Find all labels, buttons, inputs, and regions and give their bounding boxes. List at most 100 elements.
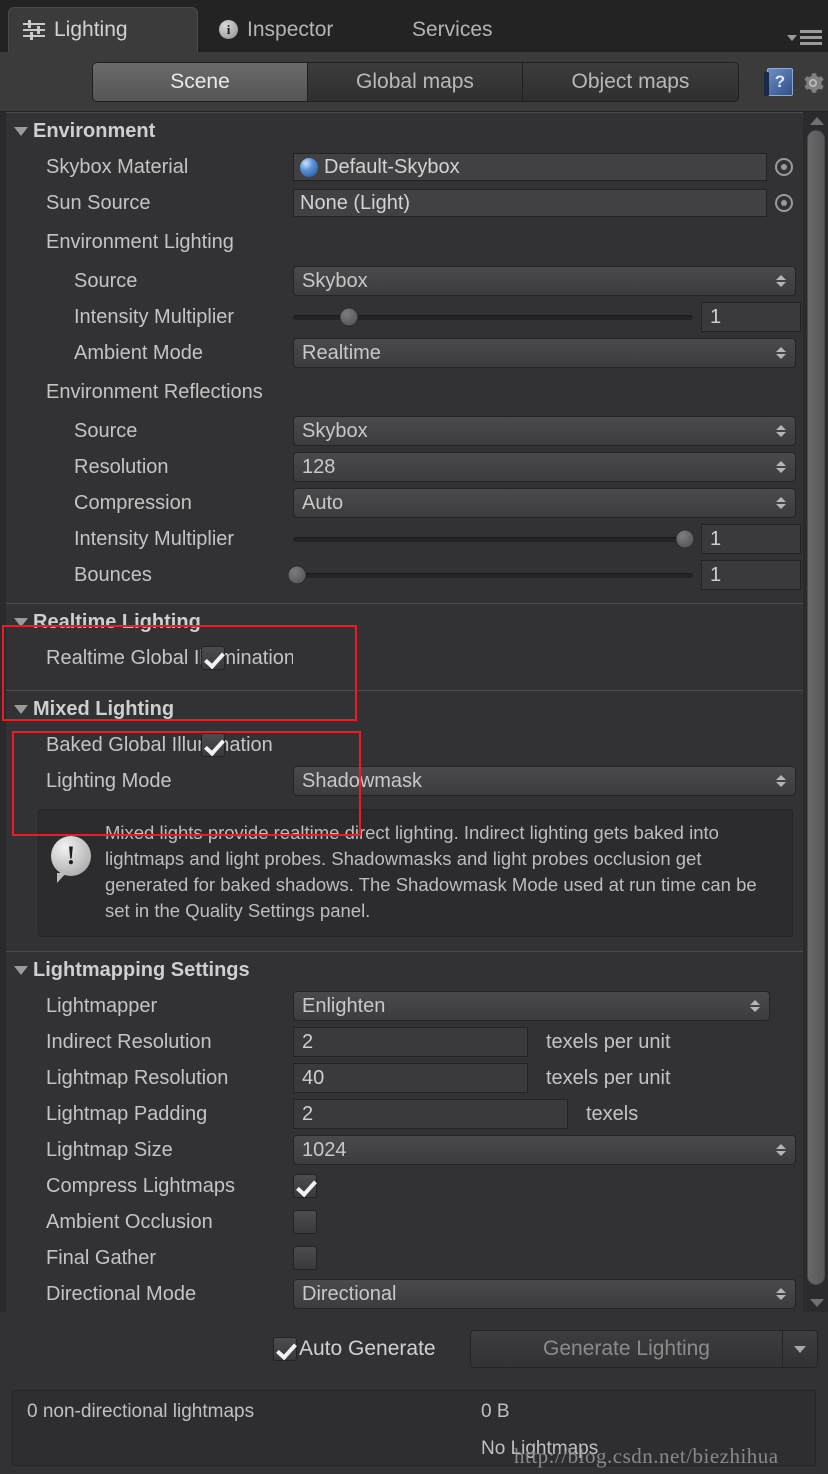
- status-lightmaps-count: 0 non-directional lightmaps: [27, 1401, 255, 1422]
- lightmap-resolution-input[interactable]: 40: [293, 1063, 528, 1093]
- slider-thumb[interactable]: [339, 307, 359, 327]
- slider-track: [293, 536, 693, 542]
- refl-compression-dropdown[interactable]: Auto: [293, 488, 796, 518]
- env-lighting-intensity-slider[interactable]: [293, 302, 693, 332]
- material-sphere-icon: [300, 157, 318, 177]
- refl-bounces-input[interactable]: 1: [701, 560, 801, 590]
- sun-source-field[interactable]: None (Light): [293, 189, 767, 217]
- row-env-lighting-source: Source Skybox: [6, 263, 803, 299]
- env-lighting-intensity-input[interactable]: 1: [701, 302, 801, 332]
- row-realtime-gi: Realtime Global Illumination: [6, 640, 803, 676]
- tab-global-maps[interactable]: Global maps: [308, 63, 523, 101]
- foldout-arrow-icon[interactable]: [14, 965, 28, 975]
- tab-scene-label: Scene: [170, 70, 230, 93]
- tab-object-maps[interactable]: Object maps: [523, 63, 738, 101]
- tab-services[interactable]: Services: [398, 7, 509, 52]
- row-env-lighting-intensity: Intensity Multiplier 1: [6, 299, 803, 335]
- ambient-mode-value: Realtime: [302, 341, 381, 364]
- skybox-material-value: Default-Skybox: [324, 155, 460, 178]
- refl-intensity-slider[interactable]: [293, 524, 695, 554]
- row-refl-resolution: Resolution 128: [6, 449, 803, 485]
- lightmap-padding-unit: texels: [586, 1102, 639, 1125]
- mixed-lighting-help-box: Mixed lights provide realtime direct lig…: [38, 809, 793, 937]
- row-skybox-material: Skybox Material Default-Skybox: [6, 149, 803, 185]
- realtime-gi-checkbox[interactable]: [201, 646, 225, 670]
- lightmap-resolution-value: 40: [302, 1066, 325, 1089]
- section-realtime-lighting-header[interactable]: Realtime Lighting: [6, 604, 803, 640]
- row-lightmap-resolution: Lightmap Resolution 40 texels per unit: [6, 1060, 803, 1096]
- indirect-resolution-input[interactable]: 2: [293, 1027, 528, 1057]
- refl-source-dropdown[interactable]: Skybox: [293, 416, 796, 446]
- skybox-material-label: Skybox Material: [46, 155, 189, 178]
- ambient-mode-dropdown[interactable]: Realtime: [293, 338, 796, 368]
- slider-thumb[interactable]: [287, 565, 307, 585]
- generate-lighting-label: Generate Lighting: [543, 1337, 710, 1360]
- lighting-settings-scroll-area: Environment Skybox Material Default-Skyb…: [0, 112, 828, 1312]
- scroll-up-arrow-icon[interactable]: [810, 117, 824, 125]
- env-lighting-source-value: Skybox: [302, 269, 368, 292]
- row-ambient-occlusion: Ambient Occlusion: [6, 1204, 803, 1240]
- auto-generate-label: Auto Generate: [299, 1337, 436, 1360]
- skybox-material-object-picker-icon[interactable]: [775, 158, 793, 176]
- generate-row: Auto Generate Generate Lighting: [0, 1329, 828, 1369]
- slider-thumb[interactable]: [675, 529, 695, 549]
- tab-inspector[interactable]: i Inspector: [205, 7, 349, 52]
- row-lightmap-padding: Lightmap Padding 2 texels: [6, 1096, 803, 1132]
- directional-mode-dropdown[interactable]: Directional: [293, 1279, 796, 1309]
- section-lightmapping-header[interactable]: Lightmapping Settings: [6, 952, 803, 988]
- gear-icon[interactable]: [800, 70, 826, 96]
- sun-source-value: None (Light): [300, 191, 411, 214]
- lightmap-padding-value: 2: [302, 1102, 314, 1125]
- skybox-material-field[interactable]: Default-Skybox: [293, 153, 767, 181]
- environment-lighting-heading: Environment Lighting: [46, 230, 234, 253]
- refl-resolution-dropdown[interactable]: 128: [293, 452, 796, 482]
- row-final-gather: Final Gather: [6, 1240, 803, 1276]
- realtime-gi-label: Realtime Global Illumination: [46, 646, 293, 669]
- lightmapper-dropdown[interactable]: Enlighten: [293, 991, 770, 1021]
- lightmap-size-dropdown[interactable]: 1024: [293, 1135, 796, 1165]
- refl-bounces-slider[interactable]: [287, 560, 693, 590]
- indirect-resolution-label: Indirect Resolution: [46, 1030, 212, 1053]
- auto-generate-control[interactable]: Auto Generate: [273, 1337, 436, 1361]
- compress-lightmaps-checkbox[interactable]: [293, 1174, 317, 1198]
- refl-intensity-input[interactable]: 1: [701, 524, 801, 554]
- section-mixed-lighting-header[interactable]: Mixed Lighting: [6, 691, 803, 727]
- row-refl-source: Source Skybox: [6, 413, 803, 449]
- auto-generate-checkbox[interactable]: [273, 1337, 297, 1361]
- generate-lighting-button[interactable]: Generate Lighting: [470, 1330, 818, 1368]
- lightmapper-value: Enlighten: [302, 994, 386, 1017]
- tab-lighting[interactable]: Lighting: [8, 7, 198, 52]
- foldout-arrow-icon[interactable]: [14, 126, 28, 136]
- mixed-lighting-help-text: Mixed lights provide realtime direct lig…: [105, 822, 757, 921]
- lighting-mode-value: Shadowmask: [302, 769, 423, 792]
- watermark: http://blog.csdn.net/biezhihua: [514, 1444, 779, 1468]
- lighting-mode-dropdown[interactable]: Shadowmask: [293, 766, 796, 796]
- lightmap-padding-input[interactable]: 2: [293, 1099, 568, 1129]
- hamburger-menu-icon[interactable]: [787, 30, 822, 45]
- section-lightmapping-title: Lightmapping Settings: [33, 958, 250, 981]
- sun-source-object-picker-icon[interactable]: [775, 194, 793, 212]
- baked-gi-checkbox[interactable]: [201, 733, 225, 757]
- refl-source-label: Source: [74, 419, 138, 442]
- foldout-arrow-icon[interactable]: [14, 617, 28, 627]
- row-refl-bounces: Bounces 1: [6, 557, 803, 593]
- vertical-scrollbar[interactable]: [806, 112, 826, 1312]
- lighting-mode-label: Lighting Mode: [46, 769, 172, 792]
- caret-down-icon[interactable]: [783, 1345, 817, 1353]
- foldout-arrow-icon[interactable]: [14, 704, 28, 714]
- dropdown-arrows-icon: [776, 275, 786, 287]
- directional-mode-label: Directional Mode: [46, 1282, 197, 1305]
- help-book-icon[interactable]: ?: [764, 68, 793, 96]
- baked-gi-label: Baked Global Illumination: [46, 733, 273, 756]
- ambient-occlusion-checkbox[interactable]: [293, 1210, 317, 1234]
- lightmap-resolution-unit: texels per unit: [546, 1066, 671, 1089]
- scroll-down-arrow-icon[interactable]: [810, 1299, 824, 1307]
- scrollbar-thumb[interactable]: [807, 130, 825, 1285]
- section-environment-header[interactable]: Environment: [6, 113, 803, 149]
- refl-intensity-label: Intensity Multiplier: [74, 527, 235, 550]
- final-gather-checkbox[interactable]: [293, 1246, 317, 1270]
- env-lighting-source-label: Source: [74, 269, 138, 292]
- refl-compression-value: Auto: [302, 491, 344, 514]
- tab-scene[interactable]: Scene: [93, 63, 308, 101]
- env-lighting-source-dropdown[interactable]: Skybox: [293, 266, 796, 296]
